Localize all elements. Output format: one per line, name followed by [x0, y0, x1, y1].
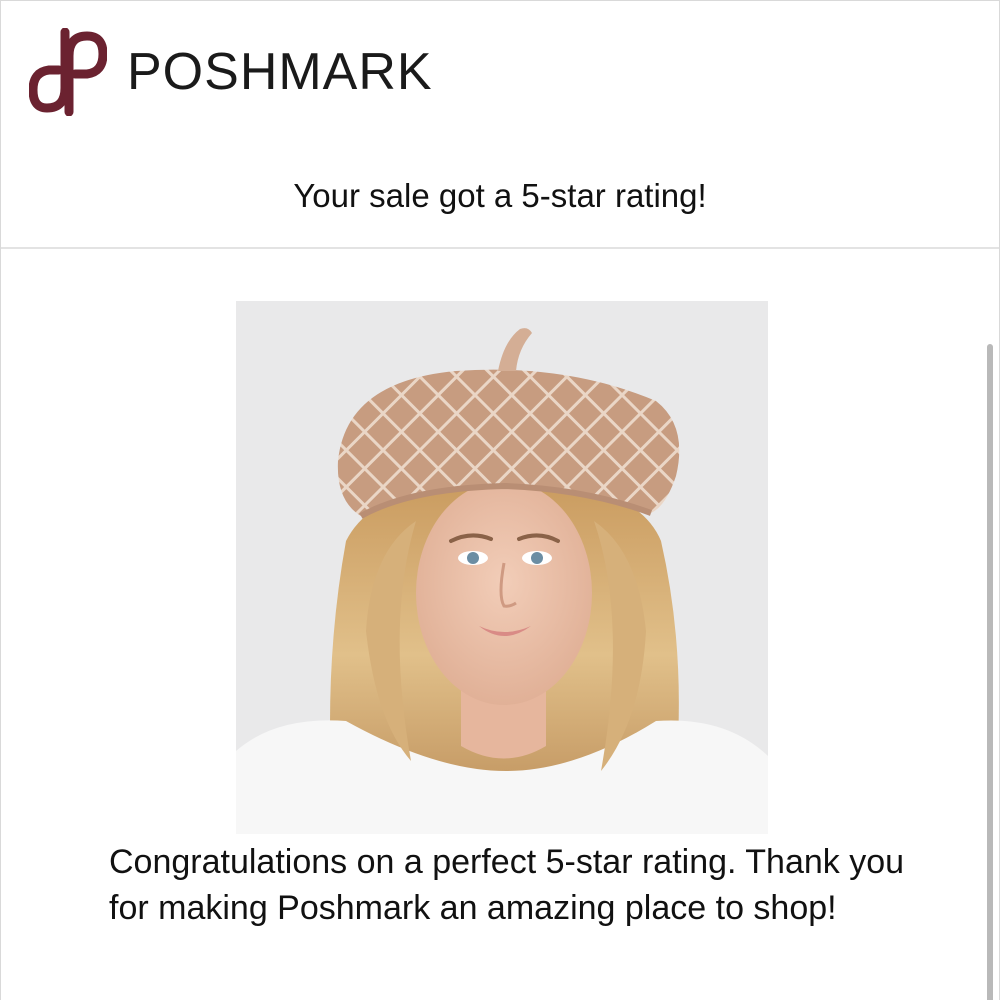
email-subject: Your sale got a 5-star rating! — [293, 177, 707, 214]
email-header: POSHMARK Your sale got a 5-star rating! — [1, 1, 999, 249]
scrollbar-thumb[interactable] — [987, 344, 993, 1000]
congratulations-message: Congratulations on a perfect 5-star rati… — [109, 843, 905, 927]
poshmark-logo[interactable]: POSHMARK — [29, 28, 433, 116]
brand-name: POSHMARK — [127, 43, 433, 101]
email-view: POSHMARK Your sale got a 5-star rating! — [0, 0, 1000, 1000]
product-photo[interactable] — [236, 301, 768, 834]
poshmark-p-logo-icon — [29, 28, 107, 116]
beret-model-image — [236, 301, 768, 834]
